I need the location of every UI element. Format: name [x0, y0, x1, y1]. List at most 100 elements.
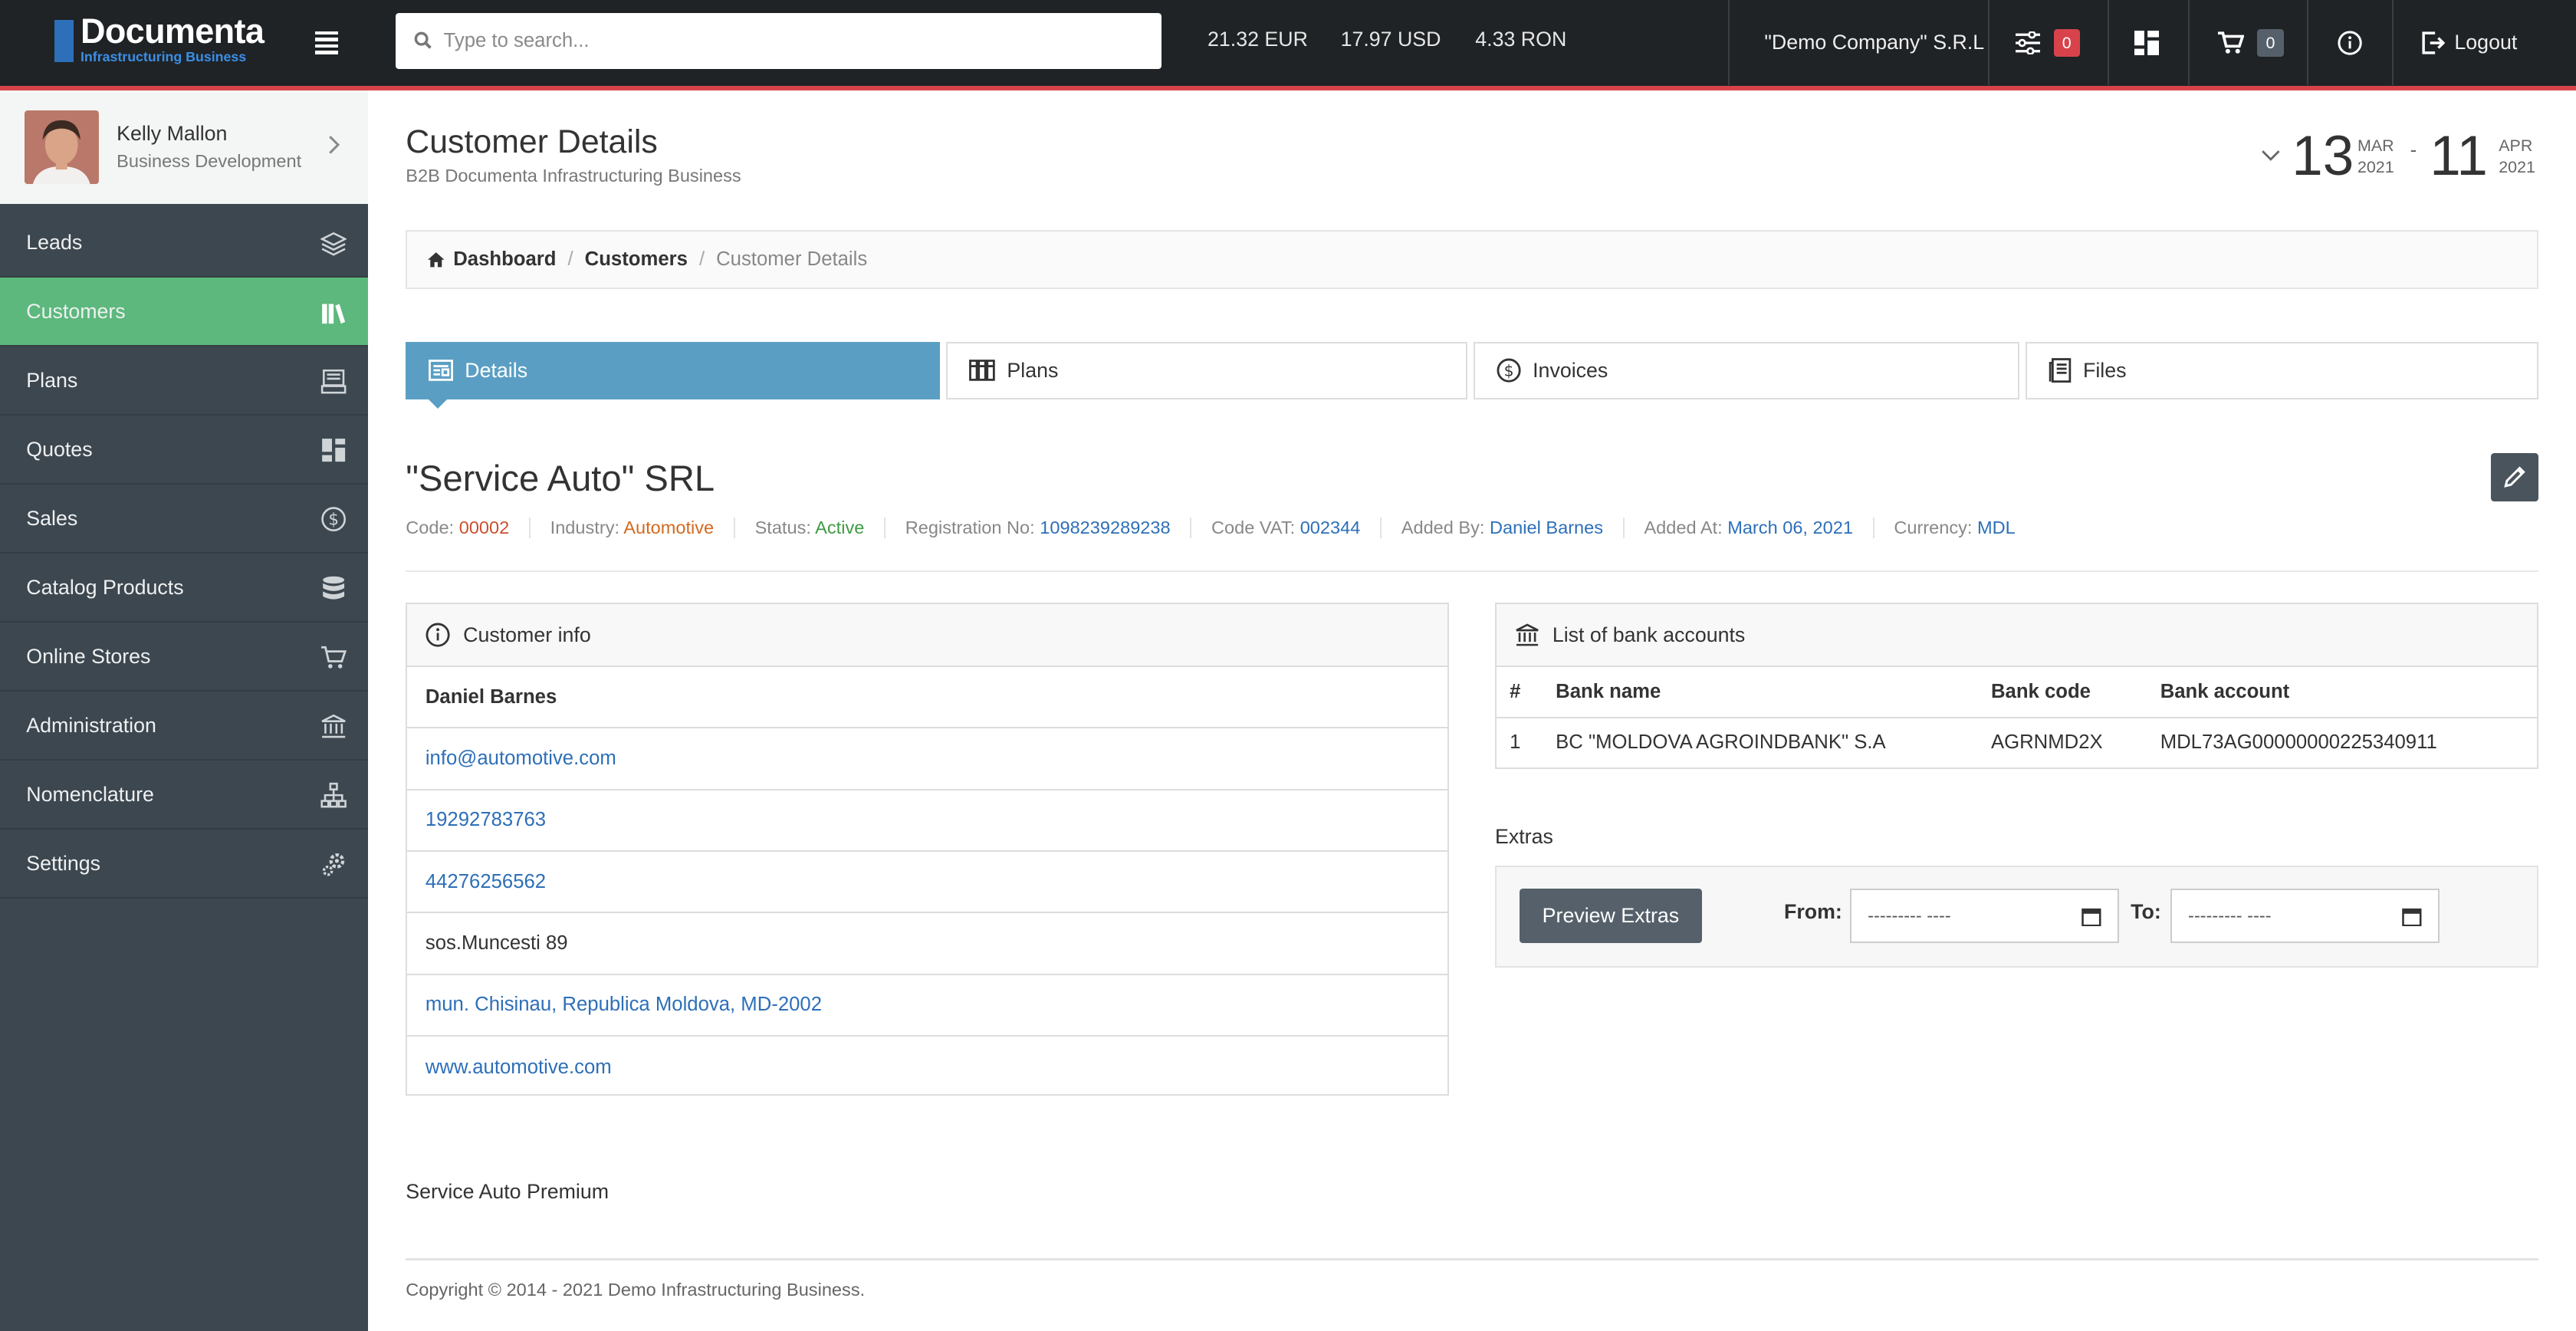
cart-button[interactable]: 0	[2217, 0, 2284, 85]
sidebar-item-label: Leads	[26, 230, 83, 254]
dashboard-icon	[2134, 30, 2159, 55]
tab-label: Plans	[1007, 358, 1059, 382]
table-cell: MDL73AG00000000225340911	[2160, 731, 2437, 754]
bank-accounts-panel: List of bank accounts # Bank name Bank c…	[1495, 603, 2538, 769]
sidebar-item-label: Administration	[26, 713, 156, 737]
extras-box: Preview Extras From: --------- ---- To: …	[1495, 866, 2538, 968]
date-from-year: 2021	[2357, 157, 2394, 176]
search-icon	[414, 31, 432, 49]
filters-button[interactable]: 0	[2016, 0, 2080, 85]
page-subtitle: B2B Documenta Infrastructuring Business	[406, 166, 741, 186]
gears-icon	[322, 853, 345, 876]
tab-details[interactable]: Details	[406, 341, 940, 399]
meta-added-at: Added At: March 06, 2021	[1622, 517, 1873, 538]
date-separator: -	[2410, 140, 2417, 162]
info-button[interactable]	[2338, 0, 2362, 85]
calendar-icon	[2082, 908, 2101, 927]
panel-title: List of bank accounts	[1552, 623, 1746, 646]
sidebar-item-label: Customers	[26, 299, 126, 323]
panel-header: Customer info	[407, 604, 1447, 667]
sidebar-item-online-stores[interactable]: Online Stores	[0, 623, 368, 692]
email-link[interactable]: info@automotive.com	[407, 728, 1447, 790]
logo[interactable]: Documenta Infrastructuring Business	[54, 12, 289, 69]
sidebar-item-administration[interactable]: Administration	[0, 692, 368, 761]
logo-subtitle: Infrastructuring Business	[80, 49, 247, 65]
panel-header: List of bank accounts	[1497, 604, 2537, 667]
date-value: --------- ----	[2187, 905, 2272, 925]
svg-text:$: $	[328, 511, 339, 530]
dashboard-button[interactable]	[2134, 0, 2159, 85]
sidebar-item-plans[interactable]: Plans	[0, 347, 368, 416]
divider	[2392, 0, 2394, 86]
dollar-circle-icon: $	[1497, 358, 1521, 383]
sidebar-item-nomenclature[interactable]: Nomenclature	[0, 761, 368, 830]
sidebar-item-label: Quotes	[26, 437, 93, 461]
address-city-link[interactable]: mun. Chisinau, Republica Moldova, MD-200…	[407, 975, 1447, 1037]
tab-plans[interactable]: Plans	[946, 341, 1467, 399]
to-label: To:	[2131, 900, 2161, 924]
bank-icon	[321, 714, 346, 738]
tab-invoices[interactable]: $ Invoices	[1474, 341, 2019, 399]
logout-button[interactable]: Logout	[2421, 0, 2517, 85]
meta-status: Status: Active	[733, 517, 884, 538]
divider	[2306, 0, 2308, 86]
cart-icon	[2217, 31, 2245, 54]
main-content: Customer Details B2B Documenta Infrastru…	[368, 90, 2576, 1331]
books-icon	[321, 304, 345, 324]
sidebar-item-sales[interactable]: Sales $	[0, 485, 368, 554]
from-date-input[interactable]: --------- ----	[1849, 889, 2120, 943]
sidebar-item-customers[interactable]: Customers	[0, 278, 368, 347]
table-header-row: # Bank name Bank code Bank account	[1497, 666, 2537, 719]
user-profile[interactable]: Kelly Mallon Business Development	[0, 90, 368, 204]
customer-name: "Service Auto" SRL	[406, 457, 715, 498]
date-value: --------- ----	[1868, 905, 1951, 925]
bank-accounts-table: # Bank name Bank code Bank account 1 BC …	[1497, 666, 2537, 767]
sidebar-item-settings[interactable]: Settings	[0, 830, 368, 899]
breadcrumb-customers[interactable]: Customers	[585, 248, 688, 271]
chevron-down-icon	[2261, 150, 2280, 161]
from-label: From:	[1784, 900, 1842, 924]
date-range-picker[interactable]: 13 MAR 2021 - 11 APR 2021	[2257, 123, 2545, 189]
preview-extras-button[interactable]: Preview Extras	[1520, 889, 1702, 943]
sidebar-item-catalog-products[interactable]: Catalog Products	[0, 554, 368, 623]
menu-toggle-icon[interactable]	[307, 21, 347, 61]
tab-label: Invoices	[1533, 358, 1608, 382]
sitemap-icon	[320, 782, 347, 808]
edit-button[interactable]	[2490, 453, 2538, 501]
tab-label: Details	[465, 358, 528, 382]
filters-badge: 0	[2053, 28, 2080, 57]
breadcrumb-dashboard[interactable]: Dashboard	[453, 248, 556, 271]
sidebar-item-leads[interactable]: Leads	[0, 209, 368, 278]
website-link[interactable]: www.automotive.com	[407, 1037, 1447, 1098]
divider	[1728, 0, 1730, 86]
date-from-day: 13	[2292, 124, 2354, 187]
tab-files[interactable]: Files	[2026, 341, 2538, 399]
register-icon	[320, 369, 347, 394]
phone-link[interactable]: 19292783763	[407, 790, 1447, 852]
table-cell: BC "MOLDOVA AGROINDBANK" S.A	[1556, 731, 1886, 754]
search-box[interactable]	[396, 13, 1162, 69]
logout-icon	[2421, 31, 2445, 54]
chevron-right-icon	[329, 135, 340, 154]
panel-title: Customer info	[463, 623, 591, 646]
phone-link[interactable]: 44276256562	[407, 852, 1447, 914]
column-header: Bank name	[1543, 666, 1978, 719]
sidebar-item-label: Settings	[26, 851, 100, 875]
to-date-input[interactable]: --------- ----	[2170, 889, 2440, 943]
contact-name: Daniel Barnes	[407, 667, 1447, 729]
logo-title: Documenta	[80, 12, 264, 51]
customer-info-panel: Customer info Daniel Barnes info@automot…	[406, 603, 1449, 1096]
date-to-day: 11	[2430, 124, 2488, 187]
sidebar-item-label: Online Stores	[26, 644, 151, 668]
company-selector[interactable]: "Demo Company" S.R.L	[1764, 0, 1984, 85]
sliders-icon	[2016, 31, 2041, 54]
table-cell: AGRNMD2X	[1990, 731, 2103, 754]
layers-icon	[320, 232, 347, 256]
logo-mark	[54, 19, 74, 63]
search-input[interactable]	[443, 26, 1134, 56]
plans-icon	[969, 360, 995, 382]
copyright: Copyright © 2014 - 2021 Demo Infrastruct…	[406, 1280, 866, 1300]
user-role: Business Development	[117, 151, 302, 172]
sidebar-item-quotes[interactable]: Quotes	[0, 416, 368, 485]
user-name: Kelly Mallon	[117, 121, 228, 145]
